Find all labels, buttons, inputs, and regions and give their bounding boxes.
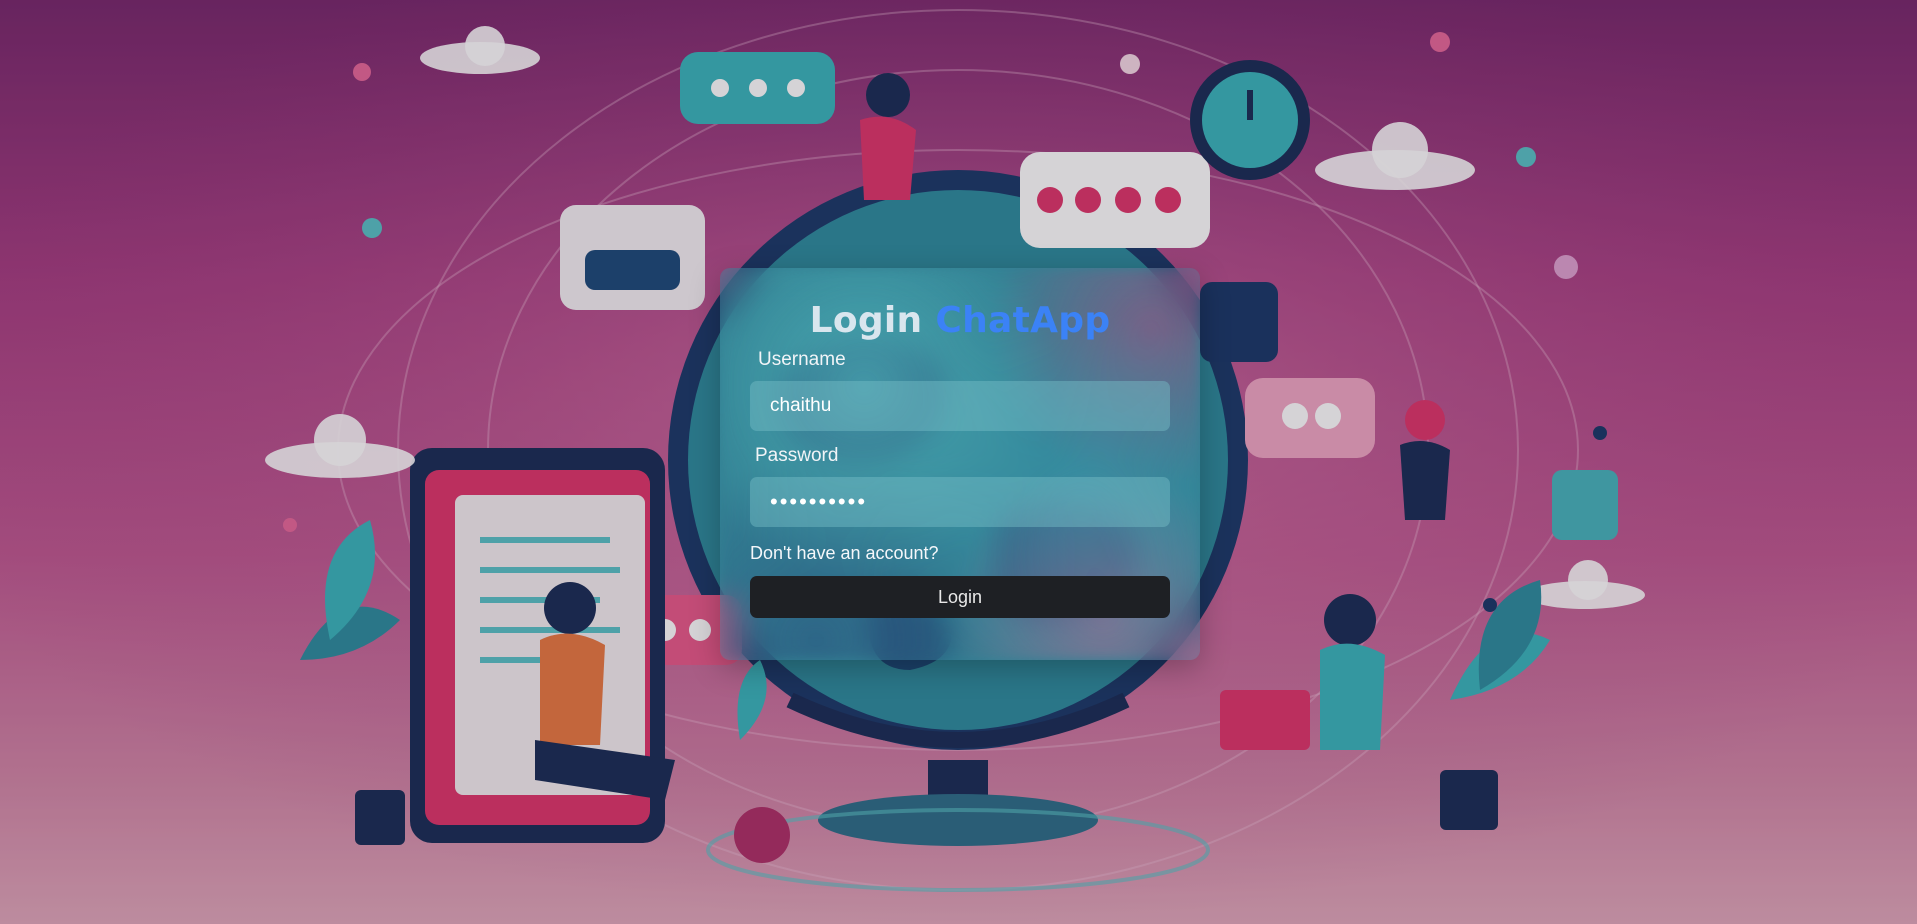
app-name: ChatApp (935, 300, 1111, 341)
signup-link[interactable]: Don't have an account? (750, 543, 939, 564)
login-title: Login ChatApp (750, 300, 1170, 341)
password-label: Password (755, 445, 839, 466)
username-label: Username (758, 349, 846, 370)
login-page: Login ChatApp Username Password Don't ha… (0, 0, 1917, 924)
login-card: Login ChatApp Username Password Don't ha… (720, 268, 1200, 660)
login-button[interactable]: Login (750, 576, 1170, 618)
login-title-text: Login (809, 300, 923, 341)
username-input[interactable] (750, 381, 1170, 431)
password-input[interactable] (750, 477, 1170, 527)
